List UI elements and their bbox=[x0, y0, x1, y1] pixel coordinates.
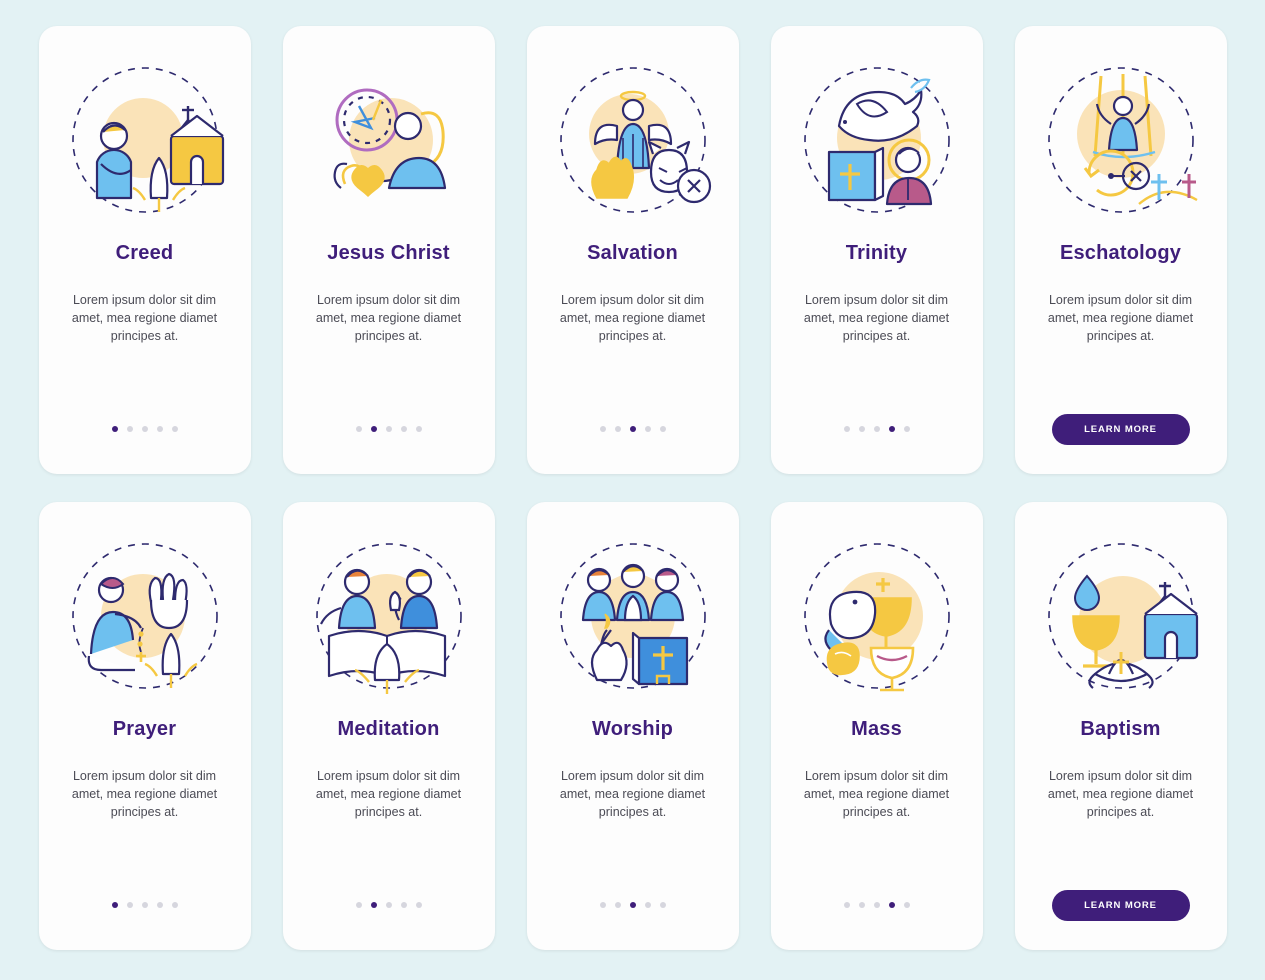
dot-4[interactable] bbox=[888, 902, 895, 908]
onboarding-card-creed[interactable]: Creed Lorem ipsum dolor sit dim amet, me… bbox=[38, 26, 251, 474]
card-row-2: Prayer Lorem ipsum dolor sit dim amet, m… bbox=[0, 502, 1265, 950]
onboarding-screens-board: Creed Lorem ipsum dolor sit dim amet, me… bbox=[0, 0, 1265, 980]
dot-2[interactable] bbox=[370, 426, 377, 432]
dot-3[interactable] bbox=[873, 426, 880, 432]
card-description: Lorem ipsum dolor sit dim amet, mea regi… bbox=[559, 293, 706, 343]
candle-bible-choir-icon bbox=[543, 524, 723, 710]
dot-3[interactable] bbox=[873, 902, 880, 908]
card-title: Mass bbox=[851, 718, 902, 740]
card-title: Prayer bbox=[112, 718, 177, 740]
open-bible-two-people-icon bbox=[299, 524, 479, 710]
dot-4[interactable] bbox=[888, 426, 895, 432]
dot-5[interactable] bbox=[659, 426, 666, 432]
dot-5[interactable] bbox=[903, 902, 910, 908]
onboarding-card-jesus-christ[interactable]: Jesus Christ Lorem ipsum dolor sit dim a… bbox=[282, 26, 495, 474]
kneeling-rosary-hands-icon bbox=[55, 524, 235, 710]
card-description: Lorem ipsum dolor sit dim amet, mea regi… bbox=[71, 293, 218, 343]
resurrection-clock-graves-icon bbox=[1031, 48, 1211, 234]
dot-1[interactable] bbox=[355, 902, 362, 908]
dot-2[interactable] bbox=[370, 902, 377, 908]
card-description: Lorem ipsum dolor sit dim amet, mea regi… bbox=[803, 769, 950, 819]
card-description: Lorem ipsum dolor sit dim amet, mea regi… bbox=[315, 293, 462, 343]
dot-5[interactable] bbox=[415, 902, 422, 908]
card-title: Eschatology bbox=[1059, 242, 1182, 264]
onboarding-card-mass[interactable]: Mass Lorem ipsum dolor sit dim amet, mea… bbox=[770, 502, 983, 950]
dot-3[interactable] bbox=[629, 902, 636, 908]
dot-3[interactable] bbox=[141, 902, 148, 908]
onboarding-card-trinity[interactable]: Trinity Lorem ipsum dolor sit dim amet, … bbox=[770, 26, 983, 474]
crown-of-thorns-heart-icon bbox=[299, 48, 479, 234]
card-title: Trinity bbox=[845, 242, 908, 264]
dot-4[interactable] bbox=[400, 426, 407, 432]
pagination-dots[interactable] bbox=[771, 426, 983, 432]
chalice-bread-wine-icon bbox=[787, 524, 967, 710]
dot-4[interactable] bbox=[156, 902, 163, 908]
dot-4[interactable] bbox=[400, 902, 407, 908]
pagination-dots[interactable] bbox=[771, 902, 983, 908]
dot-1[interactable] bbox=[843, 426, 850, 432]
dot-4[interactable] bbox=[156, 426, 163, 432]
onboarding-card-salvation[interactable]: Salvation Lorem ipsum dolor sit dim amet… bbox=[526, 26, 739, 474]
card-description: Lorem ipsum dolor sit dim amet, mea regi… bbox=[315, 769, 462, 819]
dot-5[interactable] bbox=[903, 426, 910, 432]
card-description: Lorem ipsum dolor sit dim amet, mea regi… bbox=[1047, 293, 1194, 343]
card-description: Lorem ipsum dolor sit dim amet, mea regi… bbox=[559, 769, 706, 819]
dot-1[interactable] bbox=[599, 902, 606, 908]
onboarding-card-baptism[interactable]: Baptism Lorem ipsum dolor sit dim amet, … bbox=[1014, 502, 1227, 950]
card-row-1: Creed Lorem ipsum dolor sit dim amet, me… bbox=[0, 26, 1265, 474]
dot-1[interactable] bbox=[599, 426, 606, 432]
card-description: Lorem ipsum dolor sit dim amet, mea regi… bbox=[1047, 769, 1194, 819]
pagination-dots[interactable] bbox=[283, 426, 495, 432]
person-church-praying-icon bbox=[55, 48, 235, 234]
pagination-dots[interactable] bbox=[527, 426, 739, 432]
card-title: Jesus Christ bbox=[327, 242, 450, 264]
dot-4[interactable] bbox=[644, 902, 651, 908]
dot-5[interactable] bbox=[415, 426, 422, 432]
font-water-church-icon bbox=[1031, 524, 1211, 710]
dot-5[interactable] bbox=[659, 902, 666, 908]
dot-1[interactable] bbox=[843, 902, 850, 908]
pagination-dots[interactable] bbox=[527, 902, 739, 908]
dot-3[interactable] bbox=[141, 426, 148, 432]
dot-5[interactable] bbox=[171, 426, 178, 432]
dot-4[interactable] bbox=[644, 426, 651, 432]
dot-3[interactable] bbox=[629, 426, 636, 432]
pagination-dots[interactable] bbox=[39, 902, 251, 908]
onboarding-card-worship[interactable]: Worship Lorem ipsum dolor sit dim amet, … bbox=[526, 502, 739, 950]
pagination-dots[interactable] bbox=[283, 902, 495, 908]
onboarding-card-meditation[interactable]: Meditation Lorem ipsum dolor sit dim ame… bbox=[282, 502, 495, 950]
pagination-dots[interactable] bbox=[39, 426, 251, 432]
learn-more-button[interactable]: LEARN MORE bbox=[1051, 414, 1190, 445]
card-description: Lorem ipsum dolor sit dim amet, mea regi… bbox=[71, 769, 218, 819]
onboarding-card-prayer[interactable]: Prayer Lorem ipsum dolor sit dim amet, m… bbox=[38, 502, 251, 950]
dot-2[interactable] bbox=[126, 902, 133, 908]
dot-2[interactable] bbox=[126, 426, 133, 432]
dot-3[interactable] bbox=[385, 902, 392, 908]
dot-5[interactable] bbox=[171, 902, 178, 908]
dot-2[interactable] bbox=[858, 426, 865, 432]
dot-3[interactable] bbox=[385, 426, 392, 432]
onboarding-card-eschatology[interactable]: Eschatology Lorem ipsum dolor sit dim am… bbox=[1014, 26, 1227, 474]
dot-2[interactable] bbox=[858, 902, 865, 908]
dot-1[interactable] bbox=[355, 426, 362, 432]
learn-more-button[interactable]: LEARN MORE bbox=[1051, 890, 1190, 921]
card-title: Worship bbox=[591, 718, 674, 740]
card-title: Meditation bbox=[337, 718, 440, 740]
card-title: Baptism bbox=[1080, 718, 1161, 740]
dot-2[interactable] bbox=[614, 426, 621, 432]
dot-2[interactable] bbox=[614, 902, 621, 908]
card-title: Salvation bbox=[587, 242, 678, 264]
dove-bible-saint-icon bbox=[787, 48, 967, 234]
card-description: Lorem ipsum dolor sit dim amet, mea regi… bbox=[803, 293, 950, 343]
card-title: Creed bbox=[115, 242, 174, 264]
dot-1[interactable] bbox=[111, 426, 118, 432]
dot-1[interactable] bbox=[111, 902, 118, 908]
angel-devil-icon bbox=[543, 48, 723, 234]
